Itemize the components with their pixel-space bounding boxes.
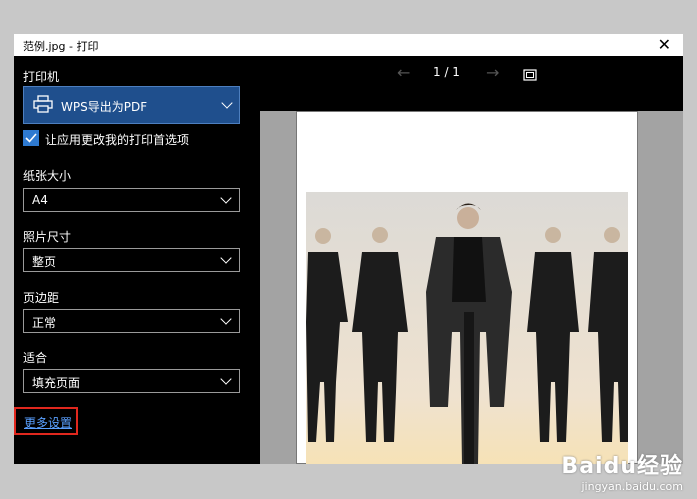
- watermark: Baidu经验 jingyan.baidu.com: [561, 448, 683, 493]
- margins-select[interactable]: 正常: [23, 309, 240, 333]
- chevron-down-icon: [220, 373, 232, 385]
- arrow-left-icon[interactable]: ←: [397, 63, 410, 82]
- more-settings-highlight: 更多设置: [14, 407, 78, 435]
- margins-value: 正常: [32, 316, 57, 330]
- printer-label: 打印机: [23, 70, 60, 84]
- watermark-logo: Baidu经验: [561, 454, 683, 479]
- fit-select[interactable]: 填充页面: [23, 369, 240, 393]
- checkmark-icon: [25, 133, 37, 143]
- watermark-url: jingyan.baidu.com: [581, 480, 683, 493]
- page-navigation: ← 1 / 1 →: [260, 56, 683, 108]
- photo-size-label: 照片尺寸: [23, 230, 72, 244]
- chevron-down-icon: [220, 313, 232, 325]
- fit-label: 适合: [23, 351, 48, 365]
- chevron-down-icon: [220, 192, 232, 204]
- photo-size-value: 整页: [32, 255, 57, 269]
- paper-size-select[interactable]: A4: [23, 188, 240, 212]
- preview-page: [296, 111, 638, 464]
- fit-to-window-icon[interactable]: [523, 66, 537, 85]
- page-indicator: 1 / 1: [433, 65, 460, 79]
- chevron-down-icon: [220, 252, 232, 264]
- printer-name: WPS导出为PDF: [61, 100, 148, 114]
- window-title: 范例.jpg - 打印: [23, 40, 99, 53]
- preview-area: ← 1 / 1 →: [260, 56, 683, 464]
- paper-size-value: A4: [32, 193, 48, 207]
- preview-background: [260, 111, 683, 464]
- photo-size-select[interactable]: 整页: [23, 248, 240, 272]
- title-bar: 范例.jpg - 打印 ✕: [14, 34, 683, 56]
- chevron-down-icon: [221, 97, 233, 109]
- margins-label: 页边距: [23, 291, 60, 305]
- printer-select[interactable]: WPS导出为PDF: [23, 86, 240, 124]
- preview-image: [306, 192, 628, 464]
- app-prefs-checkbox[interactable]: [23, 130, 39, 146]
- paper-size-label: 纸张大小: [23, 169, 72, 183]
- fit-value: 填充页面: [32, 376, 81, 390]
- print-dialog: 范例.jpg - 打印 ✕ 打印机 WPS导出为PDF 让应用更改我的打印首选项: [14, 34, 683, 464]
- settings-panel: 打印机 WPS导出为PDF 让应用更改我的打印首选项 纸张大小 A4 照片尺寸 …: [14, 56, 255, 464]
- arrow-right-icon[interactable]: →: [486, 63, 499, 82]
- close-icon[interactable]: ✕: [658, 35, 671, 55]
- more-settings-link[interactable]: 更多设置: [24, 414, 72, 431]
- printer-icon: [33, 95, 53, 117]
- app-prefs-label: 让应用更改我的打印首选项: [45, 133, 190, 147]
